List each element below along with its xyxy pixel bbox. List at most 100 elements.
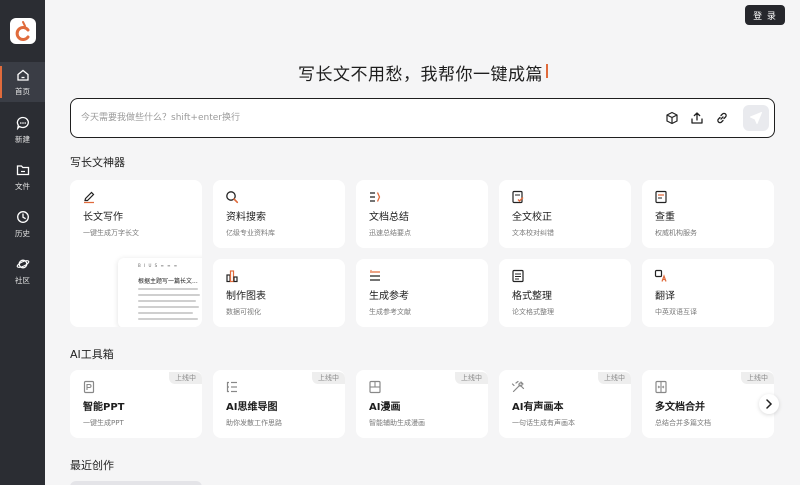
tool-card-desc: 智能辅助生成漫画: [369, 419, 425, 427]
sidebar-item-label: 文件: [15, 181, 30, 191]
tool-card-title: 生成参考: [369, 291, 409, 302]
ai-tool-card-comic[interactable]: 上线中 AI漫画 智能辅助生成漫画: [356, 370, 488, 438]
section-title-writing-tools: 写长文神器: [70, 156, 125, 169]
tool-card-desc: 一键生成万字长文: [83, 229, 139, 237]
clock-icon: [16, 210, 29, 223]
tool-card-format[interactable]: 格式整理 论文格式整理: [499, 259, 631, 327]
tool-card-title: 文档总结: [369, 212, 409, 223]
status-badge: 上线中: [169, 372, 202, 384]
tool-card-proofread[interactable]: 全文校正 文本校对纠错: [499, 180, 631, 248]
preview-text-line: [138, 288, 198, 290]
section-title-recent: 最近创作: [70, 459, 114, 472]
home-icon: [16, 69, 29, 81]
tool-card-title: 资料搜索: [226, 212, 266, 223]
tool-card-title: 多文档合并: [655, 402, 705, 413]
login-button[interactable]: 登 录: [745, 5, 785, 25]
tool-card-desc: 迅速总结要点: [369, 229, 411, 237]
status-badge: 上线中: [598, 372, 631, 384]
ai-tool-card-audio-book[interactable]: 上线中 AI有声画本 一句话生成有声画本: [499, 370, 631, 438]
reference-icon: [370, 269, 380, 281]
sidebar-item-home[interactable]: 首页: [0, 62, 45, 102]
audio-book-icon: [511, 380, 525, 393]
tool-card-search[interactable]: 资料搜索 亿级专业资料库: [213, 180, 345, 248]
prompt-box: [70, 98, 775, 138]
sidebar-item-new[interactable]: 新建: [0, 110, 45, 150]
tool-card-summary[interactable]: 文档总结 迅速总结要点: [356, 180, 488, 248]
tool-card-title: 制作图表: [226, 291, 266, 302]
tool-card-title: AI漫画: [369, 402, 401, 413]
preview-toolbar: B I U S ≡ ≡ ≡: [138, 263, 179, 268]
send-button[interactable]: [743, 105, 769, 131]
sidebar-item-label: 首页: [15, 86, 30, 96]
tool-card-chart[interactable]: 制作图表 数据可视化: [213, 259, 345, 327]
preview-text-line: [138, 318, 198, 320]
proofread-icon: [512, 190, 524, 204]
sidebar-item-label: 历史: [15, 228, 30, 238]
tool-card-desc: 一键生成PPT: [83, 419, 124, 427]
preview-text-line: [138, 300, 196, 302]
pen-icon: [84, 191, 95, 204]
ai-tool-card-ppt[interactable]: 上线中 智能PPT 一键生成PPT: [70, 370, 202, 438]
recent-item-card[interactable]: [70, 481, 202, 485]
format-icon: [512, 269, 524, 283]
duplicate-check-icon: [655, 190, 667, 204]
sidebar-item-history[interactable]: 历史: [0, 204, 45, 244]
sidebar-item-files[interactable]: 文件: [0, 157, 45, 197]
tool-card-duplicate-check[interactable]: 查重 权威机构服务: [642, 180, 774, 248]
preview-text-line: [138, 306, 199, 308]
status-badge: 上线中: [741, 372, 774, 384]
tool-card-desc: 总结合并多篇文档: [655, 419, 711, 427]
comic-icon: [369, 380, 381, 394]
app-logo[interactable]: [10, 18, 36, 44]
section-title-ai-tools: AI工具箱: [70, 348, 114, 361]
ai-tool-card-merge-docs[interactable]: 上线中 多文档合并 总结合并多篇文档: [642, 370, 774, 438]
bar-chart-icon: [226, 270, 238, 283]
tool-card-desc: 一句话生成有声画本: [512, 419, 575, 427]
tool-card-title: 长文写作: [83, 212, 123, 223]
translate-icon: [654, 269, 667, 282]
tool-card-title: 查重: [655, 212, 675, 223]
tool-card-title: 翻译: [655, 291, 675, 302]
sidebar-item-community[interactable]: 社区: [0, 251, 45, 291]
tool-card-title: 智能PPT: [83, 402, 125, 413]
cube-icon[interactable]: [665, 111, 679, 125]
carousel-next-button[interactable]: [759, 394, 779, 414]
ai-tool-card-mindmap[interactable]: 上线中 AI思维导图 助你发散工作思路: [213, 370, 345, 438]
tool-card-desc: 文本校对纠错: [512, 229, 554, 237]
status-badge: 上线中: [312, 372, 345, 384]
preview-title: 根据主题写一篇长文...: [138, 278, 198, 285]
chevron-right-icon: [766, 399, 773, 409]
tool-card-title: 全文校正: [512, 212, 552, 223]
tool-card-desc: 亿级专业资料库: [226, 229, 275, 237]
tool-card-desc: 数据可视化: [226, 308, 261, 316]
editor-preview-image: B I U S ≡ ≡ ≡ 根据主题写一篇长文...: [118, 258, 202, 327]
merge-docs-icon: [655, 380, 667, 394]
tool-card-desc: 权威机构服务: [655, 229, 697, 237]
tool-card-desc: 生成参考文献: [369, 308, 411, 316]
prompt-input[interactable]: [81, 110, 641, 126]
planet-icon: [16, 259, 29, 268]
link-icon[interactable]: [715, 111, 729, 125]
status-badge: 上线中: [455, 372, 488, 384]
tool-card-title: 格式整理: [512, 291, 552, 302]
tool-card-desc: 中英双语互译: [655, 308, 697, 316]
tool-card-reference[interactable]: 生成参考 生成参考文献: [356, 259, 488, 327]
send-icon: [750, 112, 762, 124]
tool-card-title: AI思维导图: [226, 402, 278, 413]
preview-text-line: [138, 294, 200, 296]
tool-card-title: AI有声画本: [512, 402, 564, 413]
upload-icon[interactable]: [690, 111, 704, 125]
tool-card-long-writing[interactable]: 长文写作 一键生成万字长文 B I U S ≡ ≡ ≡ 根据主题写一篇长文...: [70, 180, 202, 327]
page-title: 写长文不用愁，我帮你一键成篇: [298, 65, 543, 85]
new-chat-icon: [16, 116, 29, 130]
tool-card-desc: 助你发散工作思路: [226, 419, 282, 427]
list-summary-icon: [370, 192, 381, 202]
tool-card-translate[interactable]: 翻译 中英双语互译: [642, 259, 774, 327]
sidebar-item-label: 社区: [15, 275, 30, 285]
search-icon: [226, 191, 239, 204]
ppt-icon: [83, 380, 95, 394]
tool-card-desc: 论文格式整理: [512, 308, 554, 316]
preview-text-line: [138, 312, 193, 314]
folder-icon: [16, 164, 29, 175]
sidebar-item-label: 新建: [15, 134, 30, 144]
